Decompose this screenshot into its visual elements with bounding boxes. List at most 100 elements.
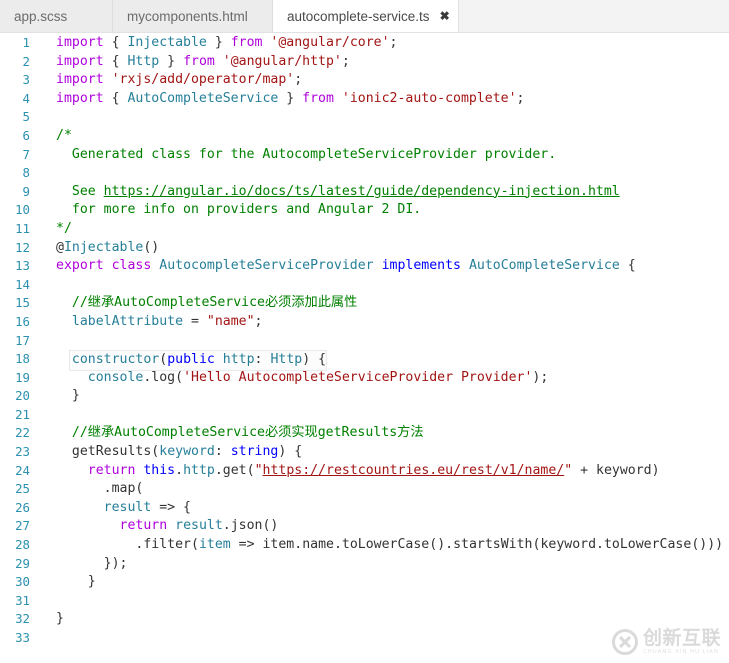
code-line[interactable]: 12 @Injectable() <box>0 239 729 258</box>
code-content[interactable]: .filter(item => item.name.toLowerCase().… <box>42 536 729 555</box>
line-number: 25 <box>15 481 30 497</box>
code-line[interactable]: 14 <box>0 276 729 295</box>
code-content[interactable]: import { AutoCompleteService } from 'ion… <box>42 90 729 109</box>
code-line[interactable]: 21 <box>0 406 729 425</box>
code-line[interactable]: 13 export class AutocompleteServiceProvi… <box>0 257 729 276</box>
line-number: 33 <box>15 630 30 645</box>
code-line[interactable]: 15 //继承AutoCompleteService必须添加此属性 <box>0 294 729 313</box>
code-content[interactable]: }); <box>42 555 729 574</box>
code-line[interactable]: 9 See https://angular.io/docs/ts/latest/… <box>0 183 729 202</box>
code-content[interactable]: /* <box>42 127 729 146</box>
code-content[interactable]: import { Http } from '@angular/http'; <box>42 53 729 72</box>
line-number: 20 <box>15 388 30 404</box>
code-line[interactable]: 28 .filter(item => item.name.toLowerCase… <box>0 536 729 555</box>
code-line[interactable]: 17 <box>0 332 729 351</box>
code-line[interactable]: 24 return this.http.get("https://restcou… <box>0 462 729 481</box>
code-content[interactable]: return this.http.get("https://restcountr… <box>42 462 729 481</box>
line-number: 22 <box>15 425 30 441</box>
tab-label: app.scss <box>14 8 68 24</box>
code-line[interactable]: 7 Generated class for the AutocompleteSe… <box>0 146 729 165</box>
code-content[interactable]: Generated class for the AutocompleteServ… <box>42 146 729 165</box>
line-number: 26 <box>15 499 30 515</box>
line-number: 3 <box>22 72 30 88</box>
tab-label: mycomponents.html <box>127 8 248 24</box>
line-number: 29 <box>15 555 30 571</box>
code-editor-pane[interactable]: 1 import { Injectable } from '@angular/c… <box>0 33 729 648</box>
code-line[interactable]: 8 <box>0 164 729 183</box>
code-line[interactable]: 1 import { Injectable } from '@angular/c… <box>0 34 729 53</box>
code-content[interactable]: //继承AutoCompleteService必须添加此属性 <box>42 294 729 313</box>
line-number: 28 <box>15 537 30 553</box>
watermark-pinyin-label: CHUANG XIN HU LIAN <box>642 648 719 655</box>
code-line-highlighted[interactable]: 18 constructor(public http: Http) { <box>0 350 729 371</box>
line-number: 19 <box>15 369 30 385</box>
line-number: 30 <box>15 574 30 590</box>
line-number: 17 <box>15 332 30 348</box>
line-number: 9 <box>22 183 30 199</box>
comment-url-link[interactable]: https://angular.io/docs/ts/latest/guide/… <box>104 184 620 199</box>
code-content[interactable]: @Injectable() <box>42 239 729 258</box>
code-line[interactable]: 19 console.log('Hello AutocompleteServic… <box>0 369 729 388</box>
code-line[interactable]: 3 import 'rxjs/add/operator/map'; <box>0 71 729 90</box>
code-line[interactable]: 25 .map( <box>0 480 729 499</box>
line-number: 8 <box>22 165 30 181</box>
line-number: 12 <box>15 239 30 255</box>
code-line[interactable]: 4 import { AutoCompleteService } from 'i… <box>0 90 729 109</box>
line-number: 10 <box>15 202 30 218</box>
code-line[interactable]: 6 /* <box>0 127 729 146</box>
line-number: 15 <box>15 295 30 311</box>
line-number: 16 <box>15 313 30 329</box>
code-line[interactable]: 33 <box>0 629 729 648</box>
line-number: 14 <box>15 276 30 292</box>
code-content[interactable]: } <box>42 610 729 629</box>
line-number: 5 <box>22 109 30 125</box>
close-icon[interactable]: ✖ <box>440 10 450 22</box>
line-number: 32 <box>15 611 30 627</box>
line-number: 24 <box>15 462 30 478</box>
line-number: 18 <box>15 351 30 367</box>
code-line[interactable]: 23 getResults(keyword: string) { <box>0 443 729 462</box>
code-line[interactable]: 31 <box>0 592 729 611</box>
tab-label: autocomplete-service.ts <box>287 8 430 24</box>
code-line[interactable]: 16 labelAttribute = "name"; <box>0 313 729 332</box>
code-content[interactable]: result => { <box>42 499 729 518</box>
code-content[interactable]: labelAttribute = "name"; <box>42 313 729 332</box>
line-number: 27 <box>15 518 30 534</box>
code-content[interactable]: export class AutocompleteServiceProvider… <box>42 257 729 276</box>
code-content[interactable]: for more info on providers and Angular 2… <box>42 201 729 220</box>
code-content[interactable]: See https://angular.io/docs/ts/latest/gu… <box>42 183 729 202</box>
code-line[interactable]: 11 */ <box>0 220 729 239</box>
code-content[interactable]: import { Injectable } from '@angular/cor… <box>42 34 729 53</box>
code-line[interactable]: 29 }); <box>0 555 729 574</box>
code-line[interactable]: 22 //继承AutoCompleteService必须实现getResults… <box>0 424 729 443</box>
code-line[interactable]: 26 result => { <box>0 499 729 518</box>
code-content[interactable]: } <box>42 387 729 406</box>
code-line[interactable]: 2 import { Http } from '@angular/http'; <box>0 53 729 72</box>
editor-tab-bar: app.scss mycomponents.html autocomplete-… <box>0 0 729 33</box>
code-content[interactable]: .map( <box>42 480 729 499</box>
line-number: 13 <box>15 258 30 274</box>
code-line[interactable]: 5 <box>0 108 729 127</box>
code-content[interactable]: //继承AutoCompleteService必须实现getResults方法 <box>42 424 729 443</box>
code-line[interactable]: 27 return result.json() <box>0 517 729 536</box>
code-content[interactable]: } <box>42 573 729 592</box>
code-line[interactable]: 10 for more info on providers and Angula… <box>0 201 729 220</box>
code-content[interactable]: getResults(keyword: string) { <box>42 443 729 462</box>
code-content[interactable]: console.log('Hello AutocompleteServicePr… <box>42 369 729 388</box>
code-content[interactable]: return result.json() <box>42 517 729 536</box>
tab-mycomponents-html[interactable]: mycomponents.html <box>113 0 273 32</box>
code-line[interactable]: 30 } <box>0 573 729 592</box>
tab-autocomplete-service-ts[interactable]: autocomplete-service.ts ✖ <box>273 0 459 32</box>
code-content[interactable]: import 'rxjs/add/operator/map'; <box>42 71 729 90</box>
line-number: 21 <box>15 406 30 422</box>
line-number: 1 <box>22 35 30 50</box>
code-content[interactable]: constructor(public http: Http) { <box>42 350 729 371</box>
line-number: 4 <box>22 90 30 106</box>
line-number: 2 <box>22 53 30 69</box>
code-content[interactable]: */ <box>42 220 729 239</box>
line-number: 23 <box>15 444 30 460</box>
string-url-link[interactable]: https://restcountries.eu/rest/v1/name/ <box>263 463 565 478</box>
code-line[interactable]: 32 } <box>0 610 729 629</box>
tab-app-scss[interactable]: app.scss <box>0 0 113 32</box>
code-line[interactable]: 20 } <box>0 387 729 406</box>
